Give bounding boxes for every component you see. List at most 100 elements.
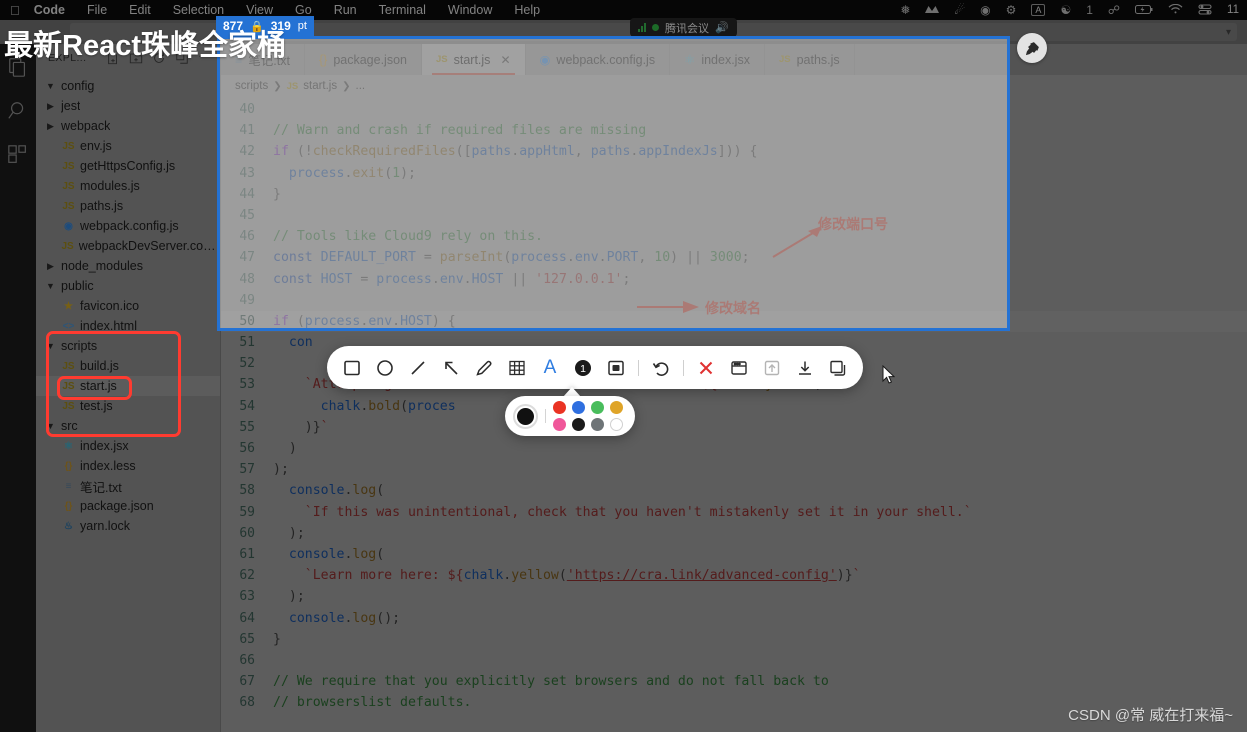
pin-icon[interactable] <box>1017 33 1047 63</box>
line-content[interactable]: )}` <box>267 417 329 438</box>
color-swatch-6[interactable] <box>591 418 604 431</box>
tree-item-node_modules[interactable]: ▶ node_modules <box>36 256 220 276</box>
tree-item-index.jsx[interactable]: ⚛ index.jsx <box>36 436 220 456</box>
editor-tab-index.jsx[interactable]: ⚛ index.jsx <box>670 44 765 75</box>
line-content[interactable]: const DEFAULT_PORT = parseInt(process.en… <box>267 247 750 268</box>
line-content[interactable]: ); <box>267 586 305 607</box>
line-content[interactable]: console.log( <box>267 544 384 565</box>
code-line[interactable]: 62 `Learn more here: ${chalk.yellow('htt… <box>221 565 1247 586</box>
tree-item-webpack.config.js[interactable]: ◉ webpack.config.js <box>36 216 220 236</box>
code-line[interactable]: 40 <box>221 99 1247 120</box>
tree-item-package.json[interactable]: {} package.json <box>36 496 220 516</box>
tree-item-config[interactable]: ▼ config <box>36 76 220 96</box>
tree-item-index.less[interactable]: {} index.less <box>36 456 220 476</box>
menu-item-terminal[interactable]: Terminal <box>379 3 426 17</box>
code-line[interactable]: 66 <box>221 650 1247 671</box>
pencil-tool[interactable] <box>469 353 499 383</box>
editor-tab-start.js[interactable]: JS start.js ✕ <box>422 44 526 75</box>
line-content[interactable]: console.log(); <box>267 608 400 629</box>
menu-item-selection[interactable]: Selection <box>173 3 224 17</box>
color-swatch-5[interactable] <box>572 418 585 431</box>
tree-item-.txt[interactable]: ≡ 笔记.txt <box>36 476 220 496</box>
menu-item-go[interactable]: Go <box>295 3 312 17</box>
editor-tab-webpack.config.js[interactable]: ◉ webpack.config.js <box>525 44 671 75</box>
code-line[interactable]: 47 const DEFAULT_PORT = parseInt(process.… <box>221 247 1247 268</box>
bell-icon[interactable]: ☄ <box>954 4 965 16</box>
mosaic-tool[interactable] <box>502 353 532 383</box>
tree-item-gethttpsconfig.js[interactable]: JS getHttpsConfig.js <box>36 156 220 176</box>
close-icon[interactable]: ✕ <box>500 53 510 67</box>
close-tool[interactable] <box>691 353 721 383</box>
chevron-down-icon[interactable]: ▼ <box>44 81 57 91</box>
input-source-indicator[interactable]: A <box>1031 4 1046 16</box>
line-content[interactable]: `Learn more here: ${chalk.yellow('https:… <box>267 565 861 586</box>
chevron-down-icon[interactable]: ▼ <box>44 421 57 431</box>
code-line[interactable]: 64 console.log(); <box>221 608 1247 629</box>
line-content[interactable]: if (process.env.HOST) { <box>267 311 456 332</box>
apple-icon[interactable]:  <box>10 3 20 18</box>
code-line[interactable]: 45 <box>221 205 1247 226</box>
line-content[interactable]: // Warn and crash if required files are … <box>267 120 646 141</box>
line-content[interactable]: ) <box>267 438 297 459</box>
bluetooth-icon[interactable]: ☍ <box>1108 4 1120 16</box>
breadcrumb-item-1[interactable]: start.js <box>303 80 337 92</box>
wechat-icon[interactable]: ☯ <box>1060 4 1071 16</box>
tree-item-jest[interactable]: ▶ jest <box>36 96 220 116</box>
meeting-status-pill[interactable]: 腾讯会议 🔊 <box>630 18 737 37</box>
fan-icon[interactable]: ◉ <box>980 4 990 16</box>
code-line[interactable]: 41 // Warn and crash if required files ar… <box>221 120 1247 141</box>
code-line[interactable]: 57); <box>221 459 1247 480</box>
breadcrumb-item-0[interactable]: scripts <box>235 80 268 92</box>
speaker-icon[interactable]: 🔊 <box>715 21 729 34</box>
tree-item-test.js[interactable]: JS test.js <box>36 396 220 416</box>
code-line[interactable]: 54 chalk.bold(proces <box>221 396 1247 417</box>
upload-tool[interactable] <box>757 353 787 383</box>
code-line[interactable]: 61 console.log( <box>221 544 1247 565</box>
current-color-swatch[interactable] <box>513 403 538 429</box>
line-tool[interactable] <box>403 353 433 383</box>
tree-item-modules.js[interactable]: JS modules.js <box>36 176 220 196</box>
menu-item-file[interactable]: File <box>87 3 107 17</box>
menu-item-window[interactable]: Window <box>448 3 492 17</box>
chevron-down-icon[interactable]: ▼ <box>44 341 57 351</box>
line-content[interactable]: `If this was unintentional, check that y… <box>267 502 972 523</box>
line-content[interactable]: ); <box>267 523 305 544</box>
color-swatch-7[interactable] <box>610 418 623 431</box>
code-line[interactable]: 48 const HOST = process.env.HOST || '127.… <box>221 269 1247 290</box>
color-swatch-3[interactable] <box>610 401 623 414</box>
code-line[interactable]: 43 process.exit(1); <box>221 163 1247 184</box>
code-line[interactable]: 58 console.log( <box>221 480 1247 501</box>
line-content[interactable]: con <box>267 332 313 353</box>
text-tool[interactable]: A <box>535 353 565 383</box>
shadow-tool[interactable] <box>601 353 631 383</box>
tree-item-src[interactable]: ▼ src <box>36 416 220 436</box>
ellipse-tool[interactable] <box>370 353 400 383</box>
battery-charging-icon[interactable] <box>1135 4 1153 16</box>
mountain-icon[interactable] <box>925 4 940 16</box>
line-content[interactable]: chalk.bold(proces <box>267 396 456 417</box>
arrow-tool[interactable] <box>436 353 466 383</box>
code-line[interactable]: 60 ); <box>221 523 1247 544</box>
rectangle-tool[interactable] <box>337 353 367 383</box>
menu-item-run[interactable]: Run <box>334 3 357 17</box>
tree-item-start.js[interactable]: JS start.js <box>36 376 220 396</box>
step-number-tool[interactable]: 1 <box>568 353 598 383</box>
search-icon[interactable] <box>7 100 29 122</box>
color-swatch-0[interactable] <box>553 401 566 414</box>
line-content[interactable]: // We require that you explicitly set br… <box>267 671 829 692</box>
editor-tab-package.json[interactable]: {} package.json <box>304 44 422 75</box>
code-line[interactable]: 42 if (!checkRequiredFiles([paths.appHtml… <box>221 141 1247 162</box>
color-swatch-2[interactable] <box>591 401 604 414</box>
editor-tab-paths.js[interactable]: JS paths.js <box>764 44 855 75</box>
tree-item-paths.js[interactable]: JS paths.js <box>36 196 220 216</box>
tree-item-yarn.lock[interactable]: ♨ yarn.lock <box>36 516 220 536</box>
code-line[interactable]: 67 // We require that you explicitly set … <box>221 671 1247 692</box>
menu-item-view[interactable]: View <box>246 3 273 17</box>
tree-item-env.js[interactable]: JS env.js <box>36 136 220 156</box>
download-tool[interactable] <box>790 353 820 383</box>
line-content[interactable]: // browserslist defaults. <box>267 692 472 713</box>
chevron-right-icon[interactable]: ▶ <box>44 101 57 112</box>
chevron-down-icon[interactable]: ▾ <box>1226 27 1231 38</box>
chevron-right-icon[interactable]: ▶ <box>44 121 57 132</box>
control-center-icon[interactable] <box>1198 3 1212 17</box>
